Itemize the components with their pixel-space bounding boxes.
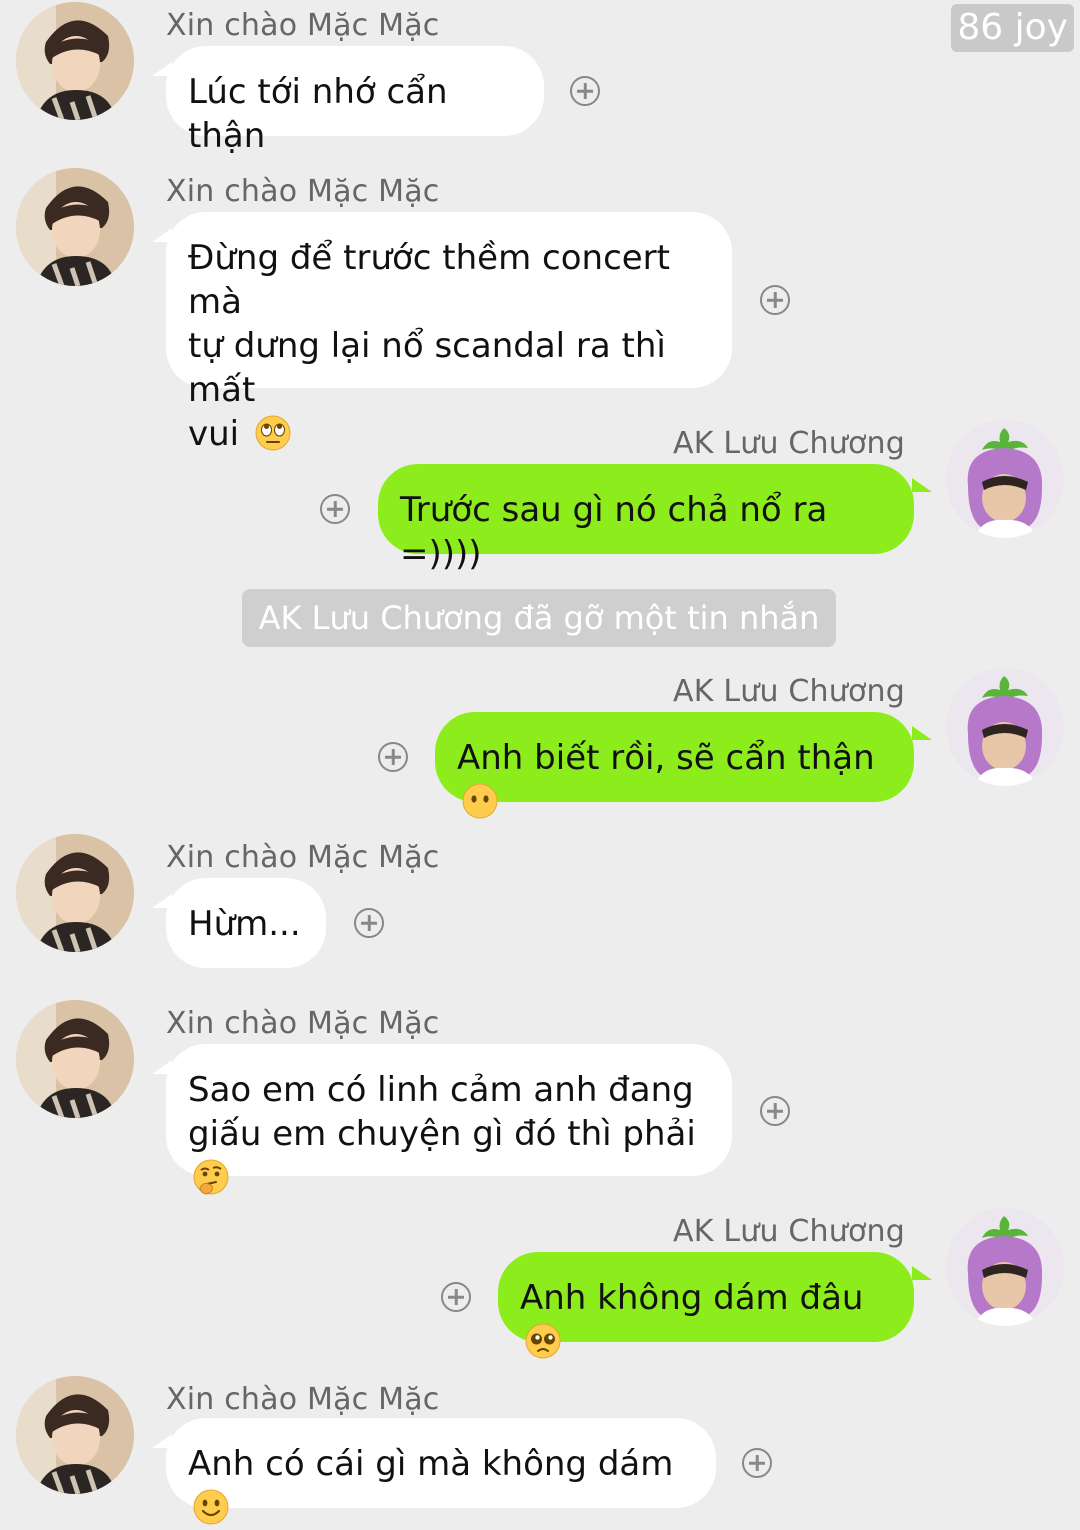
chat-area[interactable]: 86 joy Xin chào Mặc Mặc Lúc tới nhớ cẩn … <box>0 0 1080 1526</box>
sender-name: Xin chào Mặc Mặc <box>166 174 440 209</box>
message-text: Anh biết rồi, sẽ cẩn thận <box>457 738 875 778</box>
message-bubble[interactable]: Anh biết rồi, sẽ cẩn thận <box>435 712 914 819</box>
avatar[interactable] <box>16 834 134 952</box>
sender-name: AK Lưu Chương <box>673 426 905 461</box>
message-bubble[interactable]: Lúc tới nhớ cẩn thận <box>166 46 544 156</box>
avatar[interactable] <box>16 168 134 286</box>
avatar[interactable] <box>16 1376 134 1494</box>
message-bubble[interactable]: Đừng để trước thềm concert mà tự dưng lạ… <box>166 212 732 454</box>
message-text: Anh có cái gì mà không dám <box>188 1444 674 1484</box>
sender-name: Xin chào Mặc Mặc <box>166 8 440 43</box>
add-reaction-icon[interactable] <box>742 1448 772 1478</box>
avatar[interactable] <box>16 1000 134 1118</box>
sender-name: Xin chào Mặc Mặc <box>166 1382 440 1417</box>
message-text-line: giấu em chuyện gì đó thì phải <box>188 1114 696 1154</box>
add-reaction-icon[interactable] <box>760 1096 790 1126</box>
add-reaction-icon[interactable] <box>320 494 350 524</box>
avatar[interactable] <box>946 420 1064 538</box>
thinking-emoji-icon <box>193 1159 229 1195</box>
avatar[interactable] <box>16 2 134 120</box>
message-text: Trước sau gì nó chả nổ ra =)))) <box>400 490 828 574</box>
system-notice: AK Lưu Chương đã gỡ một tin nhắn <box>242 589 836 647</box>
add-reaction-icon[interactable] <box>760 285 790 315</box>
message-bubble[interactable]: Anh có cái gì mà không dám <box>166 1418 716 1525</box>
add-reaction-icon[interactable] <box>441 1282 471 1312</box>
sender-name: AK Lưu Chương <box>673 674 905 709</box>
message-text-line: Đừng để trước thềm concert mà <box>188 238 670 322</box>
message-text: Lúc tới nhớ cẩn thận <box>188 72 448 156</box>
message-text-line: tự dưng lại nổ scandal ra thì mất <box>188 326 666 410</box>
watermark: 86 joy <box>951 4 1074 52</box>
smile-emoji-icon <box>193 1489 229 1525</box>
pleading-emoji-icon <box>525 1323 561 1359</box>
message-bubble[interactable]: Hừm... <box>166 878 326 968</box>
eye-roll-emoji-icon <box>255 415 291 451</box>
add-reaction-icon[interactable] <box>354 908 384 938</box>
avatar[interactable] <box>946 1208 1064 1326</box>
message-text: Anh không dám đâu <box>520 1278 864 1318</box>
message-text: Hừm... <box>188 904 301 944</box>
add-reaction-icon[interactable] <box>570 76 600 106</box>
bubble-tail <box>912 726 932 740</box>
no-mouth-emoji-icon <box>462 783 498 819</box>
sender-name: Xin chào Mặc Mặc <box>166 840 440 875</box>
message-bubble[interactable]: Sao em có linh cảm anh đang giấu em chuy… <box>166 1044 732 1195</box>
message-text-line: vui <box>188 414 240 454</box>
sender-name: Xin chào Mặc Mặc <box>166 1006 440 1041</box>
bubble-tail <box>912 478 932 492</box>
message-bubble[interactable]: Trước sau gì nó chả nổ ra =)))) <box>378 464 914 574</box>
add-reaction-icon[interactable] <box>378 742 408 772</box>
message-text-line: Sao em có linh cảm anh đang <box>188 1070 694 1110</box>
bubble-tail <box>912 1266 932 1280</box>
avatar[interactable] <box>946 668 1064 786</box>
message-bubble[interactable]: Anh không dám đâu <box>498 1252 914 1359</box>
sender-name: AK Lưu Chương <box>673 1214 905 1249</box>
